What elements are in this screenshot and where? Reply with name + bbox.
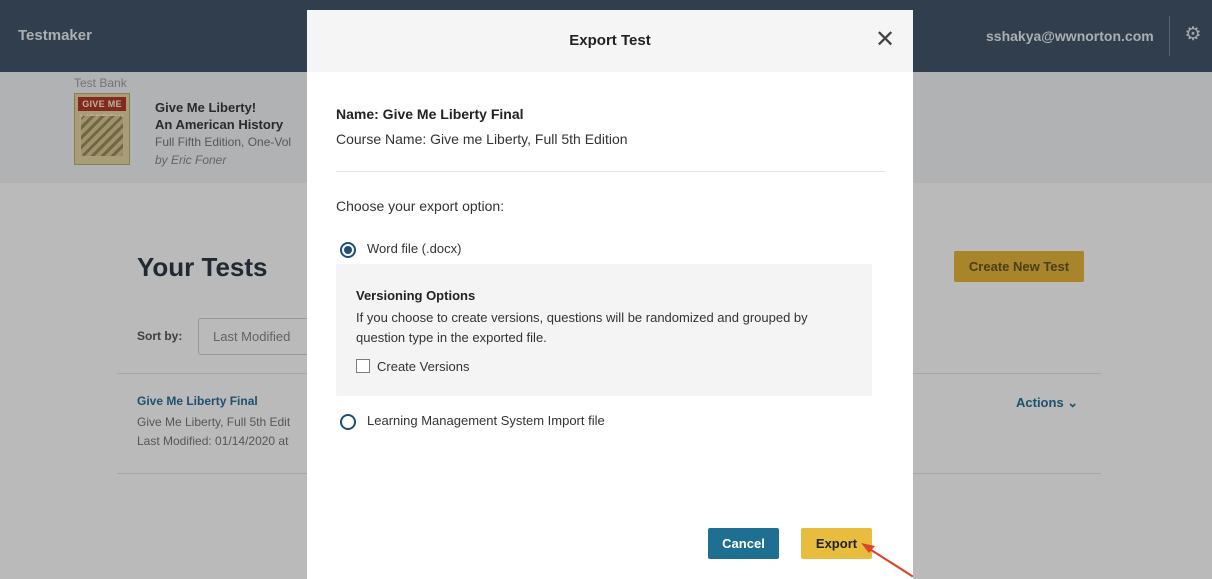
versioning-description: If you choose to create versions, questi… xyxy=(356,310,808,345)
create-versions-label[interactable]: Create Versions xyxy=(377,359,470,374)
word-file-radio[interactable] xyxy=(340,242,356,258)
dialog-title: Export Test xyxy=(569,32,651,49)
close-icon[interactable]: ✕ xyxy=(873,25,897,55)
word-file-label[interactable]: Word file (.docx) xyxy=(367,241,461,256)
versioning-title: Versioning Options xyxy=(356,288,476,303)
test-name-label: Name: Give Me Liberty Final xyxy=(336,106,524,122)
annotation-arrow-icon xyxy=(861,543,914,578)
course-name-label: Course Name: Give me Liberty, Full 5th E… xyxy=(336,131,628,147)
versioning-options-panel: Versioning Options If you choose to crea… xyxy=(336,264,872,396)
dialog-header: Export Test ✕ xyxy=(307,10,913,72)
export-test-dialog: Export Test ✕ Name: Give Me Liberty Fina… xyxy=(307,10,913,579)
dialog-divider xyxy=(336,171,885,172)
cancel-button[interactable]: Cancel xyxy=(708,528,779,559)
create-versions-checkbox[interactable] xyxy=(356,359,370,373)
export-option-prompt: Choose your export option: xyxy=(336,198,505,214)
lms-import-radio[interactable] xyxy=(340,414,356,430)
lms-import-label[interactable]: Learning Management System Import file xyxy=(367,413,605,428)
